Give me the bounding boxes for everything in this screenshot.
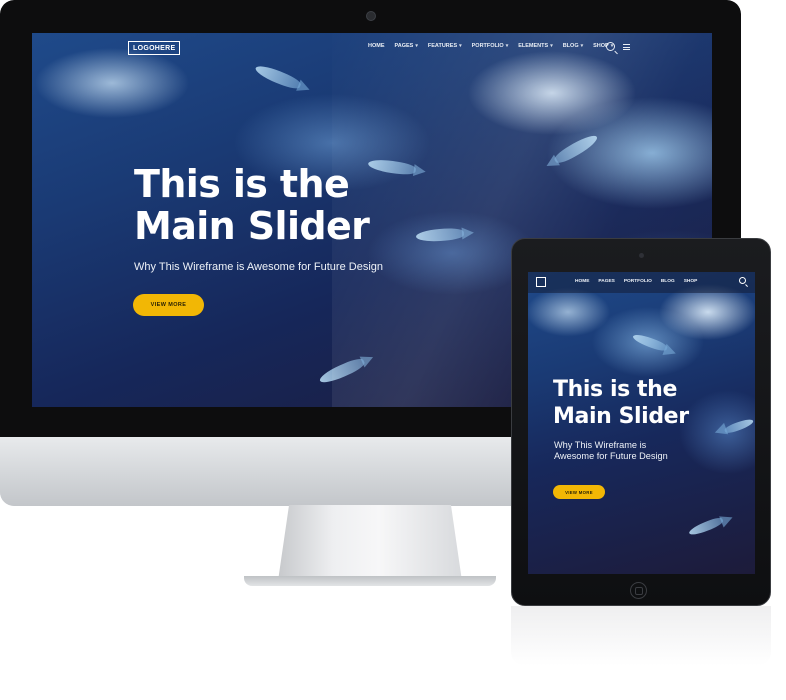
hero-title: This is the Main Slider [553, 376, 743, 430]
search-icon[interactable] [606, 42, 615, 51]
nav-item-home[interactable]: HOME [575, 279, 589, 284]
nav-item-home[interactable]: HOME [368, 43, 385, 49]
hero-title-line-1: This is the [553, 377, 677, 402]
chevron-down-icon: ▾ [580, 43, 584, 49]
fish-icon [253, 62, 303, 92]
tablet-menu: HOME PAGES PORTFOLIO BLOG SHOP [575, 279, 697, 284]
fish-icon [552, 131, 600, 167]
chevron-down-icon: ▾ [550, 43, 553, 49]
hero-title-line-2: Main Slider [134, 204, 370, 248]
view-more-button[interactable]: VIEW MORE [553, 485, 605, 499]
device-mockup-stage: LOGOHERE HOME PAGES ▾ FEATURES ▾ PORTFOLIO… [0, 0, 786, 700]
hero-subtitle: Why This Wireframe is Awesome for Future… [554, 440, 668, 461]
imac-stand [278, 505, 462, 581]
site-logo[interactable]: LOGOHERE [128, 41, 181, 55]
nav-item-shop[interactable]: SHOP [684, 279, 698, 284]
camera-icon [639, 253, 644, 258]
nav-item-pages[interactable]: PAGES [598, 279, 614, 284]
imac-foot [244, 576, 496, 586]
view-more-button[interactable]: VIEW MORE [133, 294, 204, 316]
chevron-down-icon: ▾ [505, 43, 509, 49]
hero-title-line-2: Main Slider [553, 404, 689, 429]
nav-item-elements[interactable]: ELEMENTS ▾ [518, 43, 552, 49]
home-button-icon[interactable] [630, 582, 647, 599]
hero-title-line-1: This is the [134, 162, 350, 206]
chevron-down-icon: ▾ [459, 43, 462, 49]
desktop-menu: HOME PAGES ▾ FEATURES ▾ PORTFOLIO ▾ ELEMENT… [368, 43, 613, 49]
tablet-screen: HOME PAGES PORTFOLIO BLOG SHOP This is t… [528, 272, 755, 574]
ipad-reflection [511, 606, 771, 666]
nav-item-portfolio[interactable]: PORTFOLIO ▾ [472, 43, 509, 49]
fish-icon [687, 515, 725, 538]
ipad-device: HOME PAGES PORTFOLIO BLOG SHOP This is t… [511, 238, 771, 606]
camera-icon [366, 11, 376, 21]
nav-item-blog[interactable]: BLOG [661, 279, 675, 284]
site-logo[interactable] [536, 277, 546, 287]
hero-subtitle: Why This Wireframe is Awesome for Future… [134, 261, 384, 273]
desktop-navbar: LOGOHERE HOME PAGES ▾ FEATURES ▾ PORTFOLIO… [32, 33, 712, 61]
nav-item-blog[interactable]: BLOG ▾ [563, 43, 583, 49]
nav-item-pages[interactable]: PAGES ▾ [395, 43, 418, 49]
nav-item-portfolio[interactable]: PORTFOLIO [624, 279, 652, 284]
nav-item-features[interactable]: FEATURES ▾ [428, 43, 462, 49]
search-icon[interactable] [739, 277, 746, 284]
hamburger-icon[interactable] [623, 44, 630, 50]
tablet-navbar: HOME PAGES PORTFOLIO BLOG SHOP [528, 272, 755, 293]
hero-title: This is the Main Slider [134, 163, 474, 247]
chevron-down-icon: ▾ [415, 43, 418, 49]
fish-icon [631, 332, 669, 353]
fish-icon [317, 355, 367, 387]
